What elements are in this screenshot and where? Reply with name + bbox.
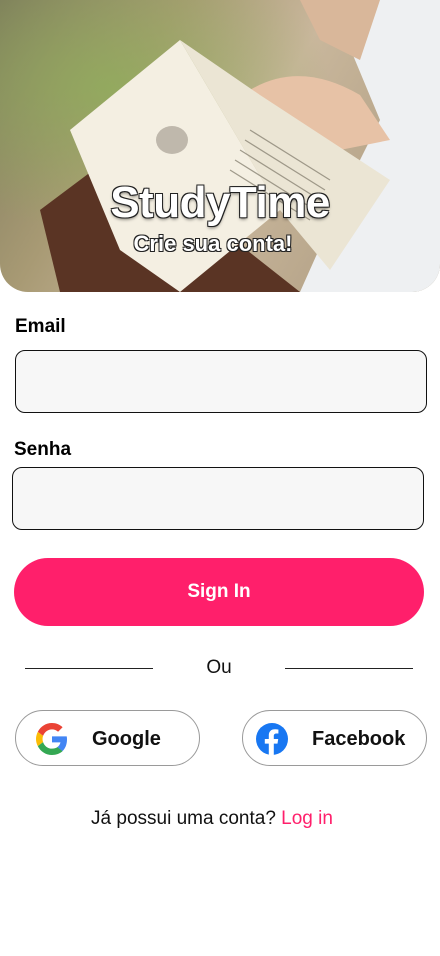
- login-prompt-text: Já possui uma conta?: [91, 808, 282, 829]
- email-field[interactable]: [15, 350, 427, 413]
- login-link[interactable]: Log in: [281, 808, 333, 829]
- divider-label: Ou: [206, 657, 232, 678]
- google-button[interactable]: Google: [15, 710, 200, 766]
- password-label: Senha: [14, 439, 72, 460]
- login-prompt: Já possui uma conta? Log in: [0, 808, 424, 830]
- app-title: StudyTime: [110, 178, 330, 227]
- password-field[interactable]: [12, 467, 424, 530]
- hero-banner: StudyTime Crie sua conta!: [0, 0, 440, 292]
- google-icon: [36, 723, 67, 755]
- facebook-icon: [256, 723, 288, 755]
- page-subtitle: Crie sua conta!: [133, 231, 293, 256]
- google-label: Google: [92, 728, 161, 750]
- facebook-button[interactable]: Facebook: [242, 710, 427, 766]
- email-label: Email: [15, 316, 66, 337]
- divider-right: [285, 668, 413, 669]
- divider-left: [25, 668, 153, 669]
- facebook-label: Facebook: [312, 728, 406, 750]
- sign-in-button[interactable]: Sign In: [14, 558, 424, 626]
